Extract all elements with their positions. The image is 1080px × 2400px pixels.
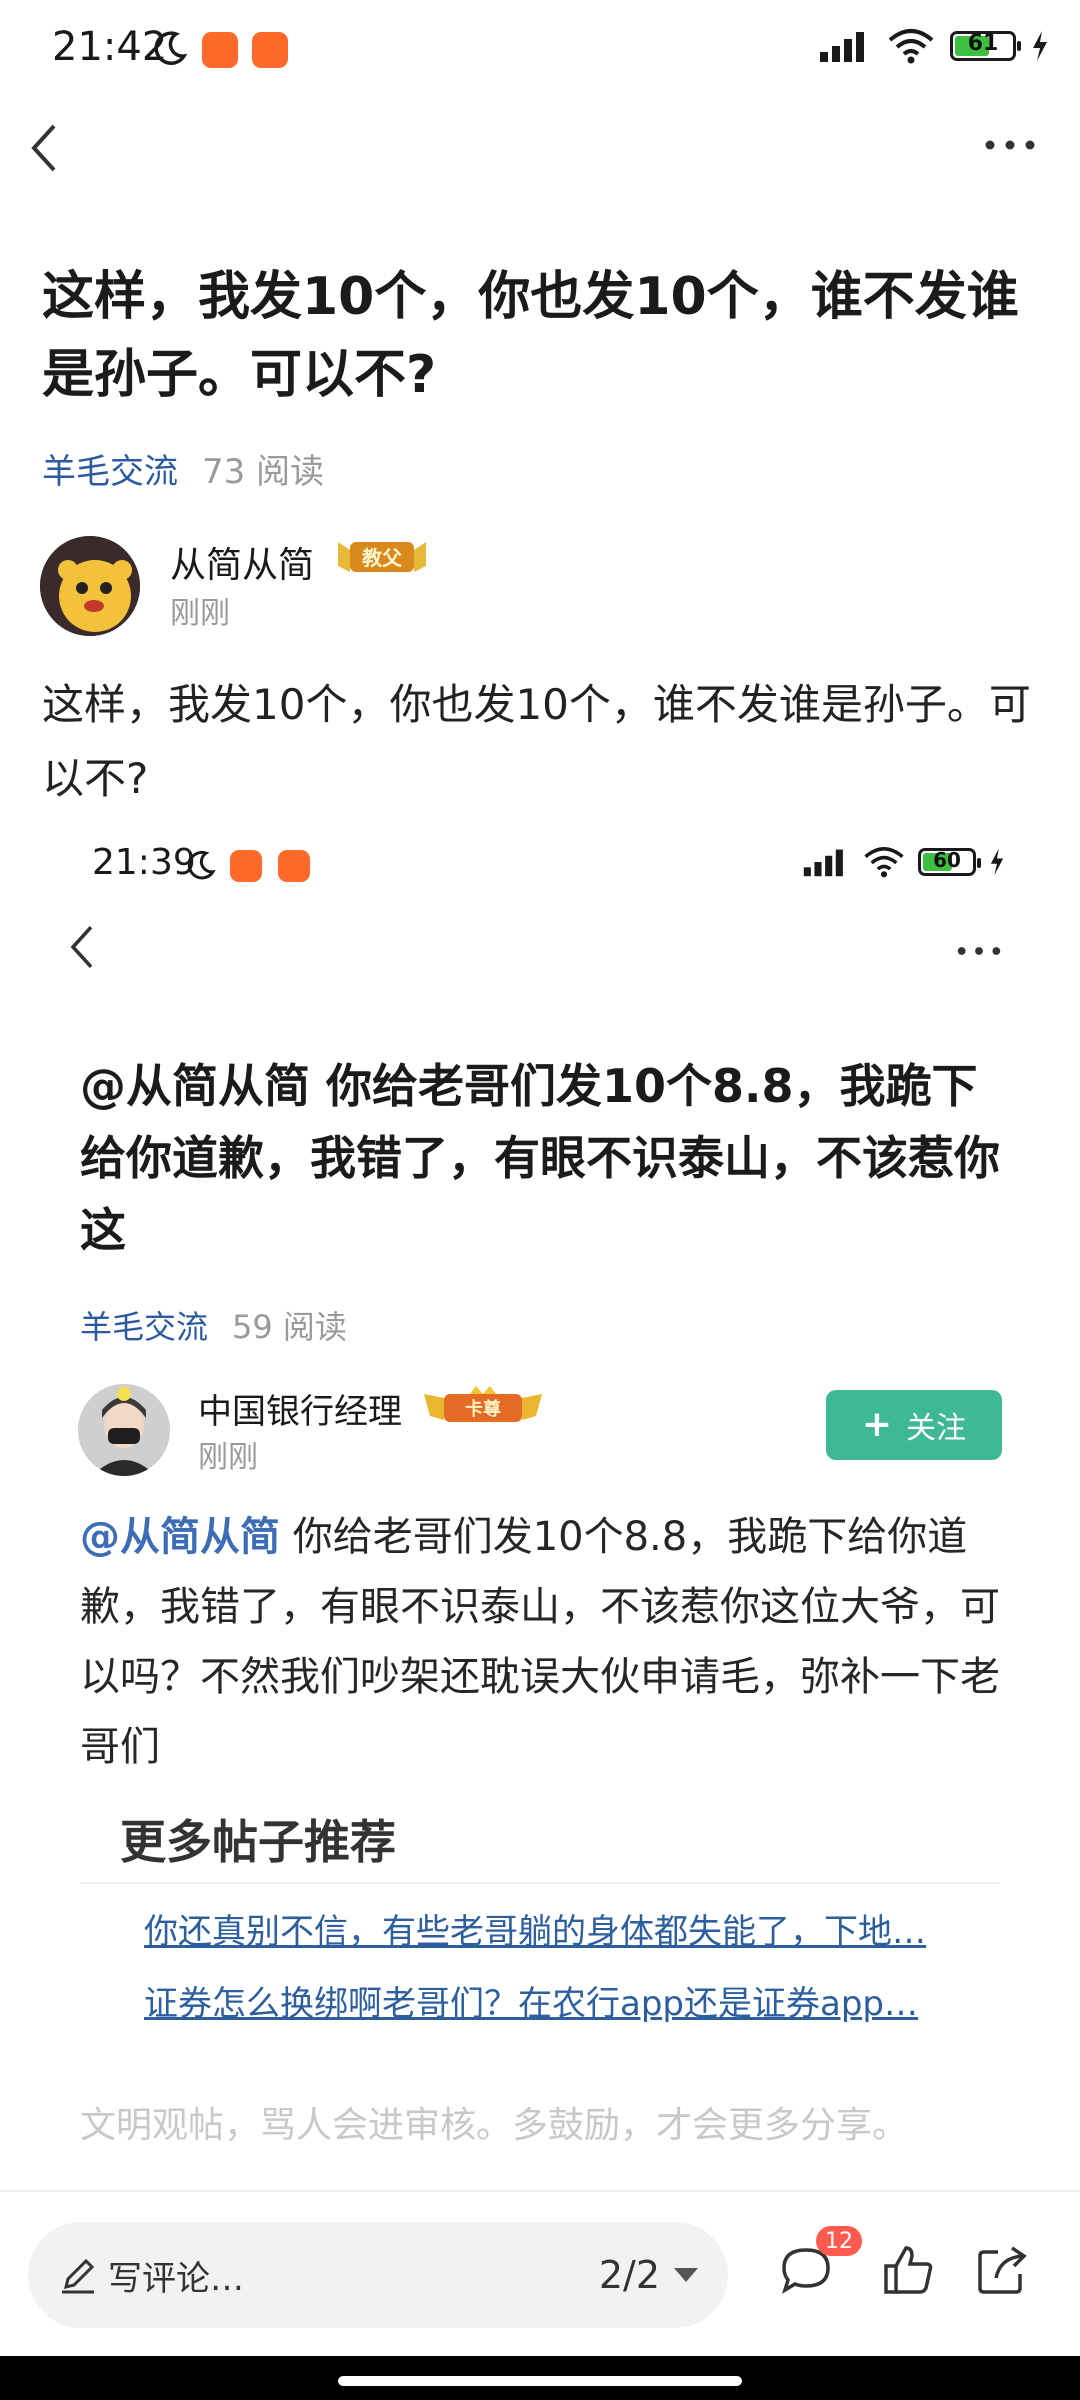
embedded-author-avatar <box>78 1384 170 1476</box>
app-notification-icon <box>278 850 310 882</box>
app-notification-icon <box>230 850 262 882</box>
svg-text:卡尊: 卡尊 <box>465 1398 501 1420</box>
mention-link: @从简从简 <box>80 1514 280 1560</box>
read-count: 73 阅读 <box>202 452 325 492</box>
embedded-post-time: 刚刚 <box>198 1440 258 1475</box>
comment-input[interactable]: 写评论… 2/2 <box>28 2222 728 2328</box>
follow-label: 关注 <box>906 1411 967 1446</box>
comment-placeholder: 写评论… <box>108 2258 244 2299</box>
civility-notice: 文明观帖，骂人会进审核。多鼓励，才会更多分享。 <box>80 2105 909 2146</box>
embedded-post-meta: 羊毛交流 59 阅读 <box>80 1302 347 1348</box>
post-time: 刚刚 <box>170 596 230 631</box>
battery-level: 60 <box>933 848 961 872</box>
chevron-down-icon[interactable] <box>674 2268 698 2282</box>
embedded-post-body: @从简从简 你给老哥们发10个8.8，我跪下给你道歉，我错了，有眼不识泰山，不该… <box>80 1502 1020 1782</box>
recommended-post-link: 你还真别不信，有些老哥躺的身体都失能了，下地… <box>144 1912 926 1952</box>
page-indicator[interactable]: 2/2 <box>599 2253 660 2297</box>
divider <box>0 2190 1080 2192</box>
app-notification-icon <box>202 32 238 68</box>
wifi-icon <box>864 847 904 878</box>
more-posts-heading: 更多帖子推荐 <box>120 1815 396 1869</box>
like-icon[interactable] <box>878 2240 938 2300</box>
battery-level: 61 <box>967 31 999 56</box>
embedded-category: 羊毛交流 <box>80 1308 209 1346</box>
plus-icon: + <box>861 1404 893 1445</box>
signal-icon <box>820 32 864 62</box>
rank-badge: 卡尊 <box>420 1384 546 1428</box>
back-icon[interactable] <box>24 118 64 178</box>
share-icon[interactable] <box>972 2240 1032 2300</box>
moon-icon <box>154 31 188 65</box>
embedded-post-title: @从简从简 你给老哥们发10个8.8，我跪下给你道歉，我错了，有眼不识泰山，不该… <box>80 1059 1000 1257</box>
recommended-post-link: 证券怎么换绑啊老哥们？在农行app还是证券app… <box>144 1984 918 2024</box>
post-body: 这样，我发10个，你也发10个，谁不发谁是孙子。可以不? <box>42 680 1031 803</box>
wifi-icon <box>888 29 934 64</box>
author-name[interactable]: 从简从简 <box>170 536 314 588</box>
post-meta: 羊毛交流 73 阅读 <box>42 444 324 493</box>
battery-indicator: 61 <box>950 31 1021 61</box>
divider <box>80 1882 1000 1884</box>
pencil-icon <box>62 2258 95 2294</box>
signal-icon <box>803 849 843 877</box>
more-options-icon[interactable] <box>980 130 1040 160</box>
app-notification-icon <box>252 32 288 68</box>
category-link[interactable]: 羊毛交流 <box>42 452 178 492</box>
battery-indicator: 60 <box>918 848 981 876</box>
rank-badge: 教父 <box>334 536 430 578</box>
author-avatar[interactable] <box>40 536 140 636</box>
svg-text:教父: 教父 <box>362 546 403 570</box>
home-indicator[interactable] <box>338 2376 742 2386</box>
more-options-icon <box>957 947 1001 955</box>
embedded-author-name: 中国银行经理 <box>198 1392 402 1432</box>
follow-button: + 关注 <box>826 1390 1002 1460</box>
comment-count-badge: 12 <box>816 2226 862 2256</box>
moon-icon <box>187 851 216 880</box>
charging-icon <box>990 848 1004 876</box>
charging-icon <box>1033 31 1047 61</box>
embedded-read-count: 59 阅读 <box>232 1308 347 1346</box>
back-icon <box>70 925 93 969</box>
embedded-status-time: 21:39 <box>92 842 196 883</box>
status-indicators: 61 <box>818 28 1050 64</box>
embedded-status-indicators: 60 <box>802 846 1006 878</box>
post-title: 这样，我发10个，你也发10个，谁不发谁是孙子。可以不? <box>42 267 1019 405</box>
